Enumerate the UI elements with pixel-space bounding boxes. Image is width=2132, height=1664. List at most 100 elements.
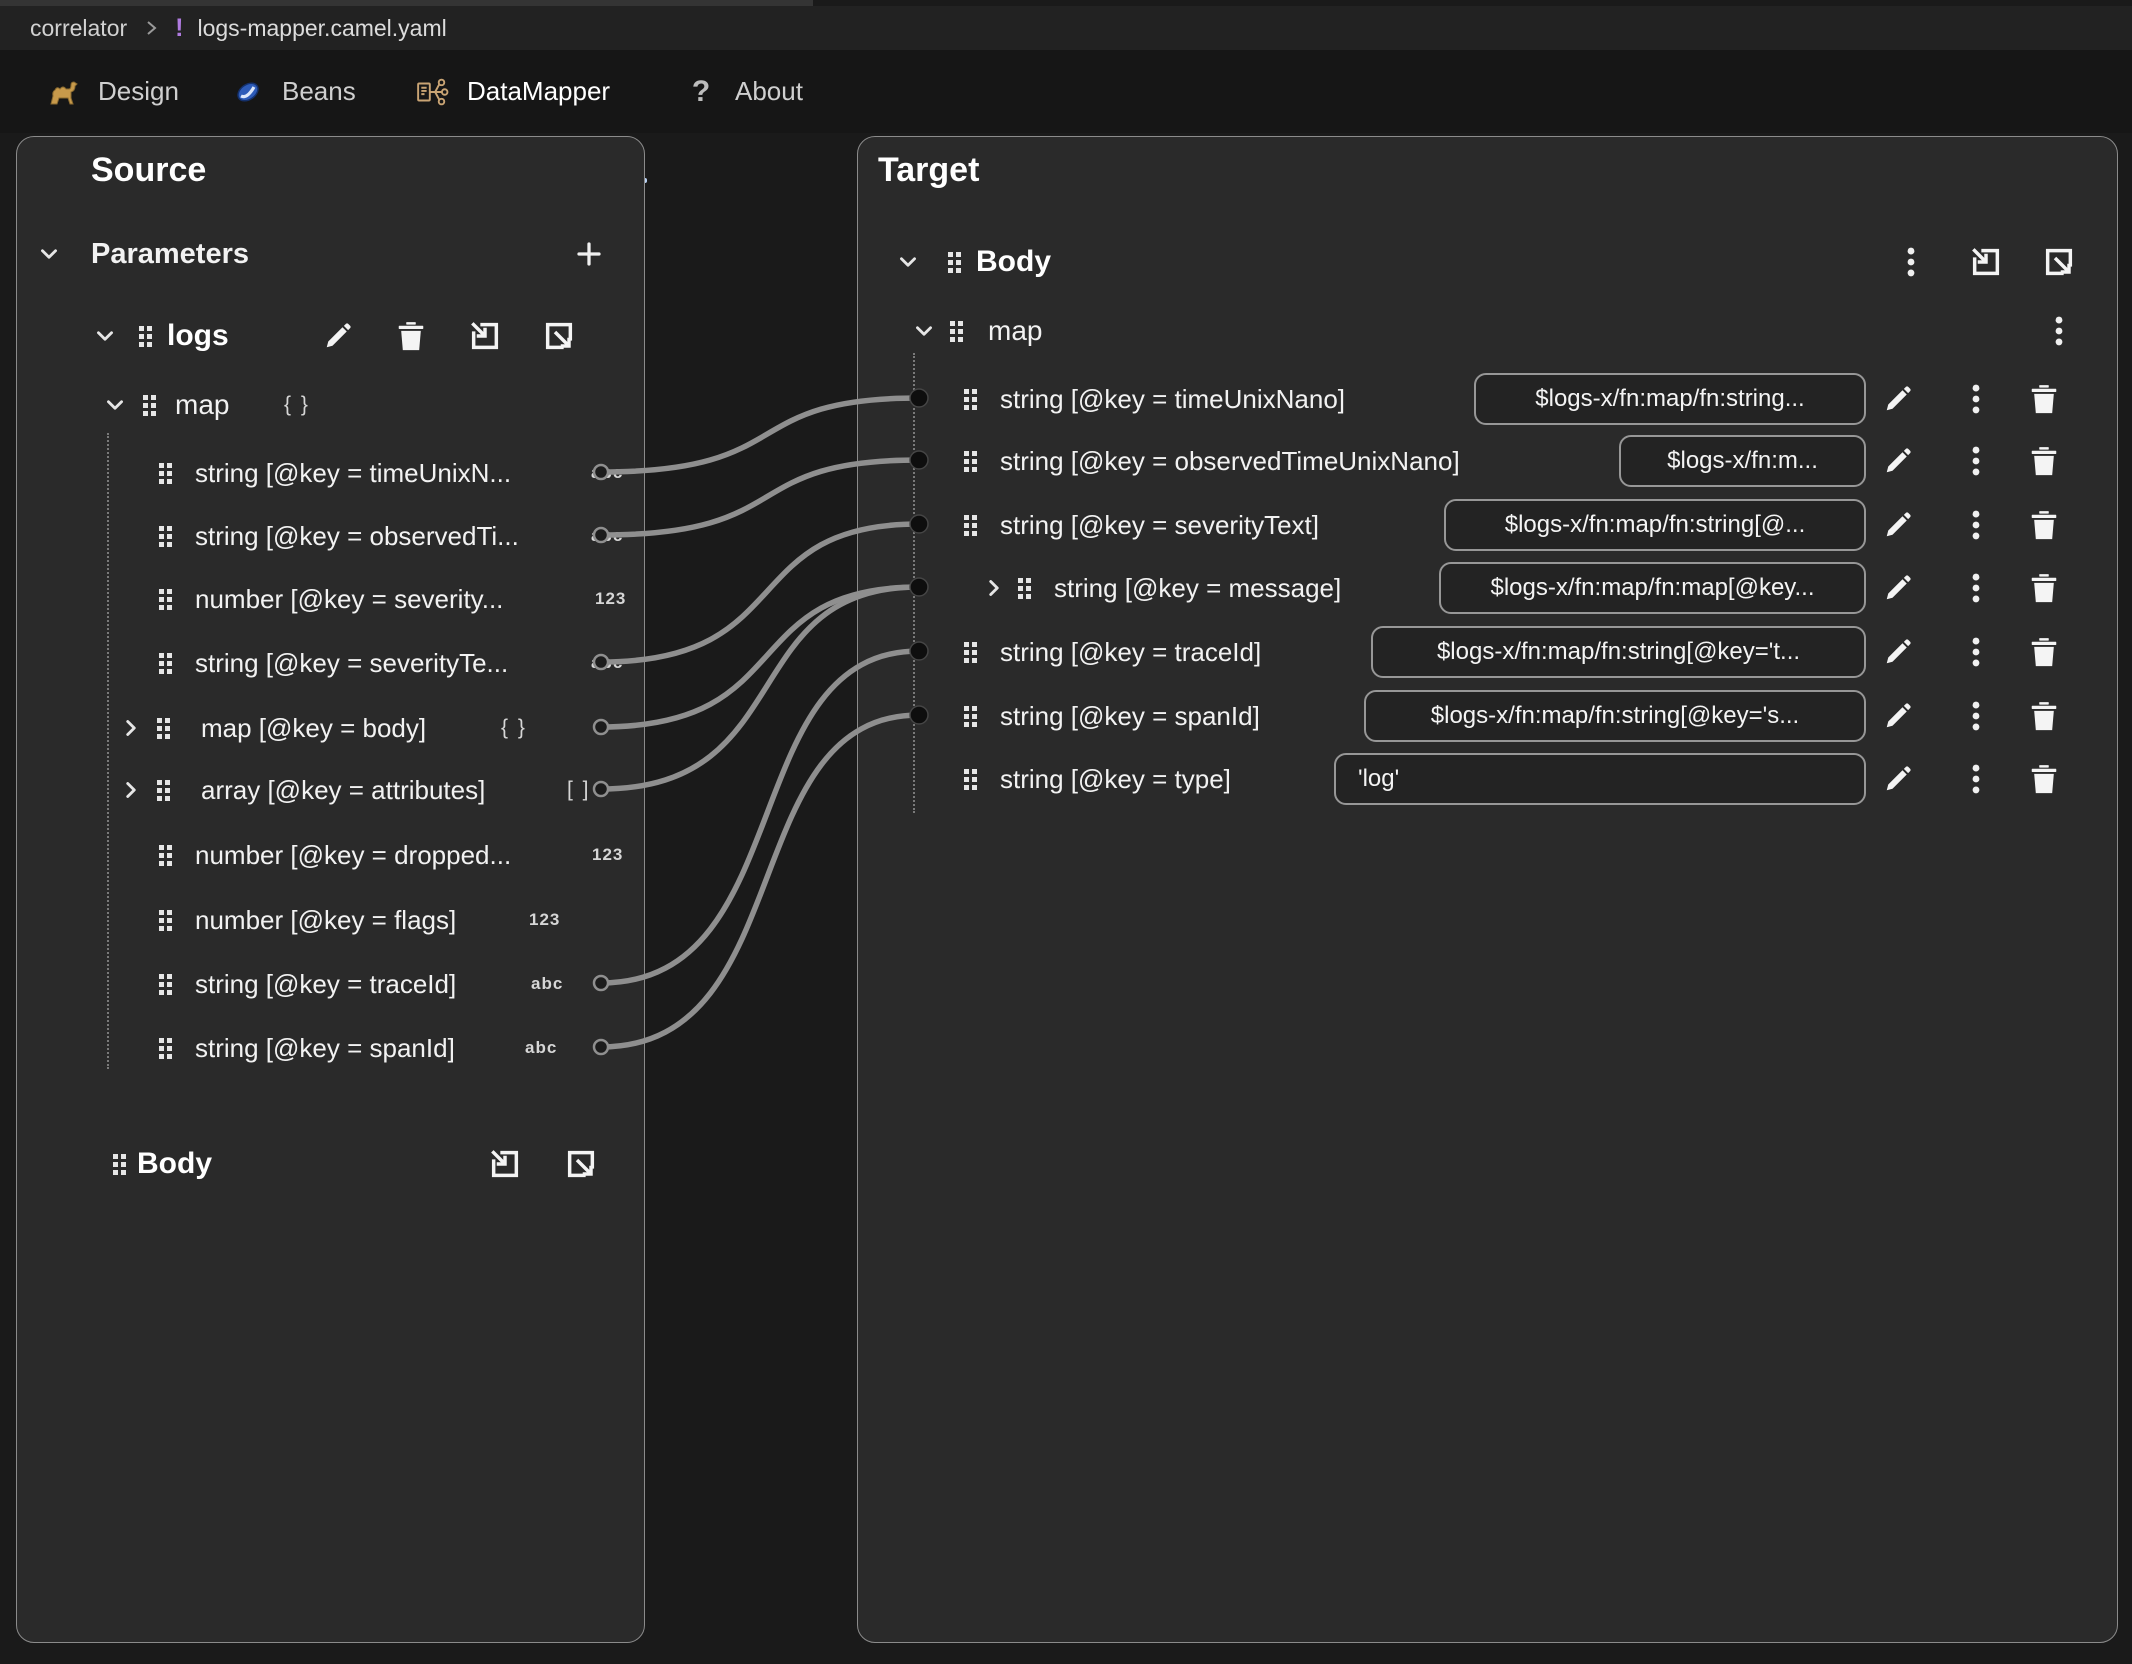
import-schema-icon[interactable] xyxy=(487,1146,523,1182)
source-map-row[interactable]: map { } xyxy=(17,385,644,425)
edit-icon[interactable] xyxy=(1880,381,1916,417)
source-field-row[interactable]: string [@key = timeUnixN... abc xyxy=(17,451,644,495)
source-field-row[interactable]: string [@key = severityTe... abc xyxy=(17,641,644,685)
target-field-row[interactable]: string [@key = timeUnixNano] $logs-x/fn:… xyxy=(858,371,2117,427)
trash-icon[interactable] xyxy=(2026,381,2062,417)
add-parameter-button[interactable] xyxy=(571,236,607,272)
target-field-row[interactable]: string [@key = severityText] $logs-x/fn:… xyxy=(858,497,2117,553)
grip-icon[interactable] xyxy=(145,772,181,808)
grip-icon[interactable] xyxy=(952,381,988,417)
source-field-label: string [@key = observedTi... xyxy=(195,521,519,552)
grip-icon[interactable] xyxy=(1006,570,1042,606)
breadcrumb-file[interactable]: logs-mapper.camel.yaml xyxy=(197,15,446,42)
target-field-label: string [@key = severityText] xyxy=(1000,510,1319,541)
grip-icon[interactable] xyxy=(147,518,183,554)
source-field-row[interactable]: string [@key = traceId] abc xyxy=(17,962,644,1006)
tab-design[interactable]: Design xyxy=(46,50,179,133)
chevron-right-icon[interactable] xyxy=(113,772,149,808)
edit-icon[interactable] xyxy=(1880,443,1916,479)
breadcrumb-project[interactable]: correlator xyxy=(30,15,127,42)
edit-icon[interactable] xyxy=(1880,634,1916,670)
grip-icon[interactable] xyxy=(147,1030,183,1066)
grip-icon[interactable] xyxy=(131,387,167,423)
source-body-row[interactable]: Body xyxy=(17,1142,644,1186)
edit-icon[interactable] xyxy=(1880,507,1916,543)
grip-icon[interactable] xyxy=(147,645,183,681)
grip-icon[interactable] xyxy=(147,902,183,938)
source-field-row[interactable]: string [@key = observedTi... abc xyxy=(17,514,644,558)
kebab-menu-icon[interactable] xyxy=(1958,570,1994,606)
target-field-row[interactable]: string [@key = message] $logs-x/fn:map/f… xyxy=(858,560,2117,616)
trash-icon[interactable] xyxy=(2026,761,2062,797)
source-field-row[interactable]: string [@key = spanId] abc xyxy=(17,1026,644,1070)
import-schema-icon[interactable] xyxy=(467,318,503,354)
chevron-down-icon[interactable] xyxy=(890,244,926,280)
parameter-row-logs[interactable]: logs xyxy=(17,314,644,358)
grip-icon[interactable] xyxy=(147,966,183,1002)
kebab-menu-icon[interactable] xyxy=(1958,698,1994,734)
trash-icon[interactable] xyxy=(2026,698,2062,734)
chevron-down-icon[interactable] xyxy=(906,313,942,349)
kebab-menu-icon[interactable] xyxy=(1958,634,1994,670)
chevron-right-icon[interactable] xyxy=(113,710,149,746)
trash-icon[interactable] xyxy=(2026,570,2062,606)
expression-input[interactable]: $logs-x/fn:map/fn:string[@key='t... xyxy=(1371,626,1866,678)
trash-icon[interactable] xyxy=(393,318,429,354)
tab-about[interactable]: ? About xyxy=(683,50,803,133)
source-field-row[interactable]: number [@key = severity... 123 xyxy=(17,577,644,621)
source-field-row[interactable]: array [@key = attributes] [ ] xyxy=(17,768,644,812)
chevron-down-icon[interactable] xyxy=(87,318,123,354)
expression-input[interactable]: $logs-x/fn:map/fn:string... xyxy=(1474,373,1866,425)
trash-icon[interactable] xyxy=(2026,507,2062,543)
grip-icon[interactable] xyxy=(147,455,183,491)
edit-icon[interactable] xyxy=(1880,570,1916,606)
chevron-down-icon[interactable] xyxy=(97,387,133,423)
grip-icon[interactable] xyxy=(127,318,163,354)
source-field-row[interactable]: number [@key = flags] 123 xyxy=(17,898,644,942)
expression-input[interactable]: $logs-x/fn:map/fn:string[@key='s... xyxy=(1364,690,1866,742)
trash-icon[interactable] xyxy=(2026,443,2062,479)
detach-schema-icon[interactable] xyxy=(563,1146,599,1182)
target-body-row[interactable]: Body xyxy=(858,240,2117,284)
kebab-menu-icon[interactable] xyxy=(1958,507,1994,543)
source-field-row[interactable]: number [@key = dropped... 123 xyxy=(17,833,644,877)
target-field-row[interactable]: string [@key = type] 'log' xyxy=(858,751,2117,807)
target-field-row[interactable]: string [@key = spanId] $logs-x/fn:map/fn… xyxy=(858,688,2117,744)
grip-icon[interactable] xyxy=(101,1146,137,1182)
edit-icon[interactable] xyxy=(320,318,356,354)
bean-icon xyxy=(230,74,266,110)
kebab-menu-icon[interactable] xyxy=(1958,761,1994,797)
edit-icon[interactable] xyxy=(1880,761,1916,797)
grip-icon[interactable] xyxy=(952,507,988,543)
kebab-menu-icon[interactable] xyxy=(1958,381,1994,417)
parameters-section-header[interactable]: Parameters xyxy=(17,232,644,276)
source-field-row[interactable]: map [@key = body] { } xyxy=(17,706,644,750)
expression-input[interactable]: 'log' xyxy=(1334,753,1866,805)
grip-icon[interactable] xyxy=(952,698,988,734)
grip-icon[interactable] xyxy=(145,710,181,746)
detach-schema-icon[interactable] xyxy=(2041,244,2077,280)
target-field-row[interactable]: string [@key = traceId] $logs-x/fn:map/f… xyxy=(858,624,2117,680)
grip-icon[interactable] xyxy=(147,837,183,873)
tab-beans[interactable]: Beans xyxy=(230,50,356,133)
target-map-row[interactable]: map xyxy=(858,311,2117,351)
expression-input[interactable]: $logs-x/fn:map/fn:string[@... xyxy=(1444,499,1866,551)
edit-icon[interactable] xyxy=(1880,698,1916,734)
kebab-menu-icon[interactable] xyxy=(1958,443,1994,479)
grip-icon[interactable] xyxy=(938,313,974,349)
tab-datamapper[interactable]: DataMapper xyxy=(415,50,610,133)
kebab-menu-icon[interactable] xyxy=(2041,313,2077,349)
grip-icon[interactable] xyxy=(936,244,972,280)
detach-schema-icon[interactable] xyxy=(541,318,577,354)
trash-icon[interactable] xyxy=(2026,634,2062,670)
target-field-row[interactable]: string [@key = observedTimeUnixNano] $lo… xyxy=(858,433,2117,489)
chevron-down-icon[interactable] xyxy=(31,236,67,272)
import-schema-icon[interactable] xyxy=(1968,244,2004,280)
grip-icon[interactable] xyxy=(952,761,988,797)
expression-input[interactable]: $logs-x/fn:map/fn:map[@key... xyxy=(1439,562,1866,614)
grip-icon[interactable] xyxy=(147,581,183,617)
kebab-menu-icon[interactable] xyxy=(1893,244,1929,280)
expression-input[interactable]: $logs-x/fn:m... xyxy=(1619,435,1866,487)
grip-icon[interactable] xyxy=(952,443,988,479)
grip-icon[interactable] xyxy=(952,634,988,670)
